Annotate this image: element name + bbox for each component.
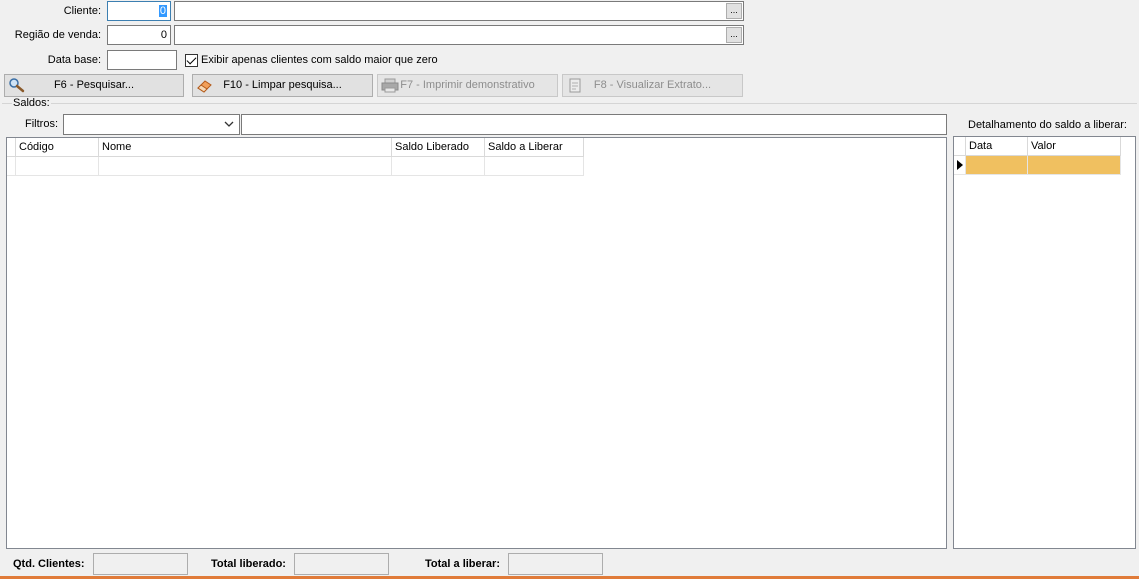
printer-icon bbox=[381, 78, 399, 93]
filtros-label: Filtros: bbox=[25, 118, 58, 130]
grid-indicator-header bbox=[7, 138, 16, 157]
column-header-nome[interactable]: Nome bbox=[99, 138, 392, 157]
table-cell-saldo-liberado[interactable] bbox=[392, 157, 485, 176]
magnifier-icon bbox=[9, 78, 25, 93]
cliente-label: Cliente: bbox=[63, 5, 101, 17]
row-indicator[interactable] bbox=[7, 157, 16, 176]
cliente-code-selected: 0 bbox=[158, 5, 167, 17]
table-cell-saldo-a-liberar[interactable] bbox=[485, 157, 584, 176]
clear-search-button-label: F10 - Limpar pesquisa... bbox=[223, 79, 342, 91]
document-icon bbox=[569, 78, 581, 93]
table-cell-codigo[interactable] bbox=[16, 157, 99, 176]
column-header-saldo-liberado[interactable]: Saldo Liberado bbox=[392, 138, 485, 157]
detalhe-indicator-header bbox=[954, 137, 966, 156]
cliente-name-input[interactable]: ... bbox=[174, 1, 744, 21]
total-a-liberar-value bbox=[508, 553, 603, 575]
saldos-group-label: Saldos: bbox=[12, 97, 51, 109]
search-button-label: F6 - Pesquisar... bbox=[53, 79, 135, 91]
print-statement-button-label: F7 - Imprimir demonstrativo bbox=[400, 79, 535, 91]
total-liberado-value bbox=[294, 553, 389, 575]
cliente-lookup-button[interactable]: ... bbox=[726, 3, 742, 19]
table-cell-nome[interactable] bbox=[99, 157, 392, 176]
filtros-select[interactable] bbox=[63, 114, 240, 135]
saldo-maior-zero-checkbox[interactable] bbox=[185, 54, 198, 67]
filtros-text-input[interactable] bbox=[241, 114, 947, 135]
view-extract-button-label: F8 - Visualizar Extrato... bbox=[593, 79, 712, 91]
detalhe-title: Detalhamento do saldo a liberar: bbox=[968, 119, 1127, 131]
detalhe-grid[interactable]: Data Valor bbox=[953, 136, 1136, 549]
data-base-label: Data base: bbox=[47, 54, 101, 66]
app-window: Cliente: 0 ... Região de venda: 0 ... Da… bbox=[0, 0, 1139, 579]
view-extract-button[interactable]: F8 - Visualizar Extrato... bbox=[562, 74, 743, 97]
column-header-data[interactable]: Data bbox=[966, 137, 1028, 156]
detalhe-cell-valor[interactable] bbox=[1028, 156, 1121, 175]
saldos-grid[interactable]: Código Nome Saldo Liberado Saldo a Liber… bbox=[6, 137, 947, 549]
clear-search-button[interactable]: F10 - Limpar pesquisa... bbox=[192, 74, 373, 97]
saldo-maior-zero-label[interactable]: Exibir apenas clientes com saldo maior q… bbox=[201, 53, 438, 67]
column-header-saldo-a-liberar[interactable]: Saldo a Liberar bbox=[485, 138, 584, 157]
cliente-code-input[interactable]: 0 bbox=[107, 1, 171, 21]
current-row-arrow-icon bbox=[957, 160, 963, 170]
chevron-down-icon bbox=[224, 121, 234, 127]
total-liberado-label: Total liberado: bbox=[211, 558, 286, 570]
qtd-clientes-label: Qtd. Clientes: bbox=[13, 558, 85, 570]
total-a-liberar-label: Total a liberar: bbox=[425, 558, 500, 570]
saldos-group-border bbox=[2, 103, 1137, 104]
print-statement-button[interactable]: F7 - Imprimir demonstrativo bbox=[377, 74, 558, 97]
data-base-input[interactable] bbox=[107, 50, 177, 70]
column-header-valor[interactable]: Valor bbox=[1028, 137, 1121, 156]
column-header-codigo[interactable]: Código bbox=[16, 138, 99, 157]
regiao-name-input[interactable]: ... bbox=[174, 25, 744, 45]
detalhe-row-indicator[interactable] bbox=[954, 156, 966, 175]
regiao-lookup-button[interactable]: ... bbox=[726, 27, 742, 43]
search-button[interactable]: F6 - Pesquisar... bbox=[4, 74, 184, 97]
eraser-icon bbox=[197, 80, 212, 93]
detalhe-cell-data[interactable] bbox=[966, 156, 1028, 175]
regiao-code-input[interactable]: 0 bbox=[107, 25, 171, 45]
qtd-clientes-value bbox=[93, 553, 188, 575]
regiao-label: Região de venda: bbox=[14, 29, 101, 41]
